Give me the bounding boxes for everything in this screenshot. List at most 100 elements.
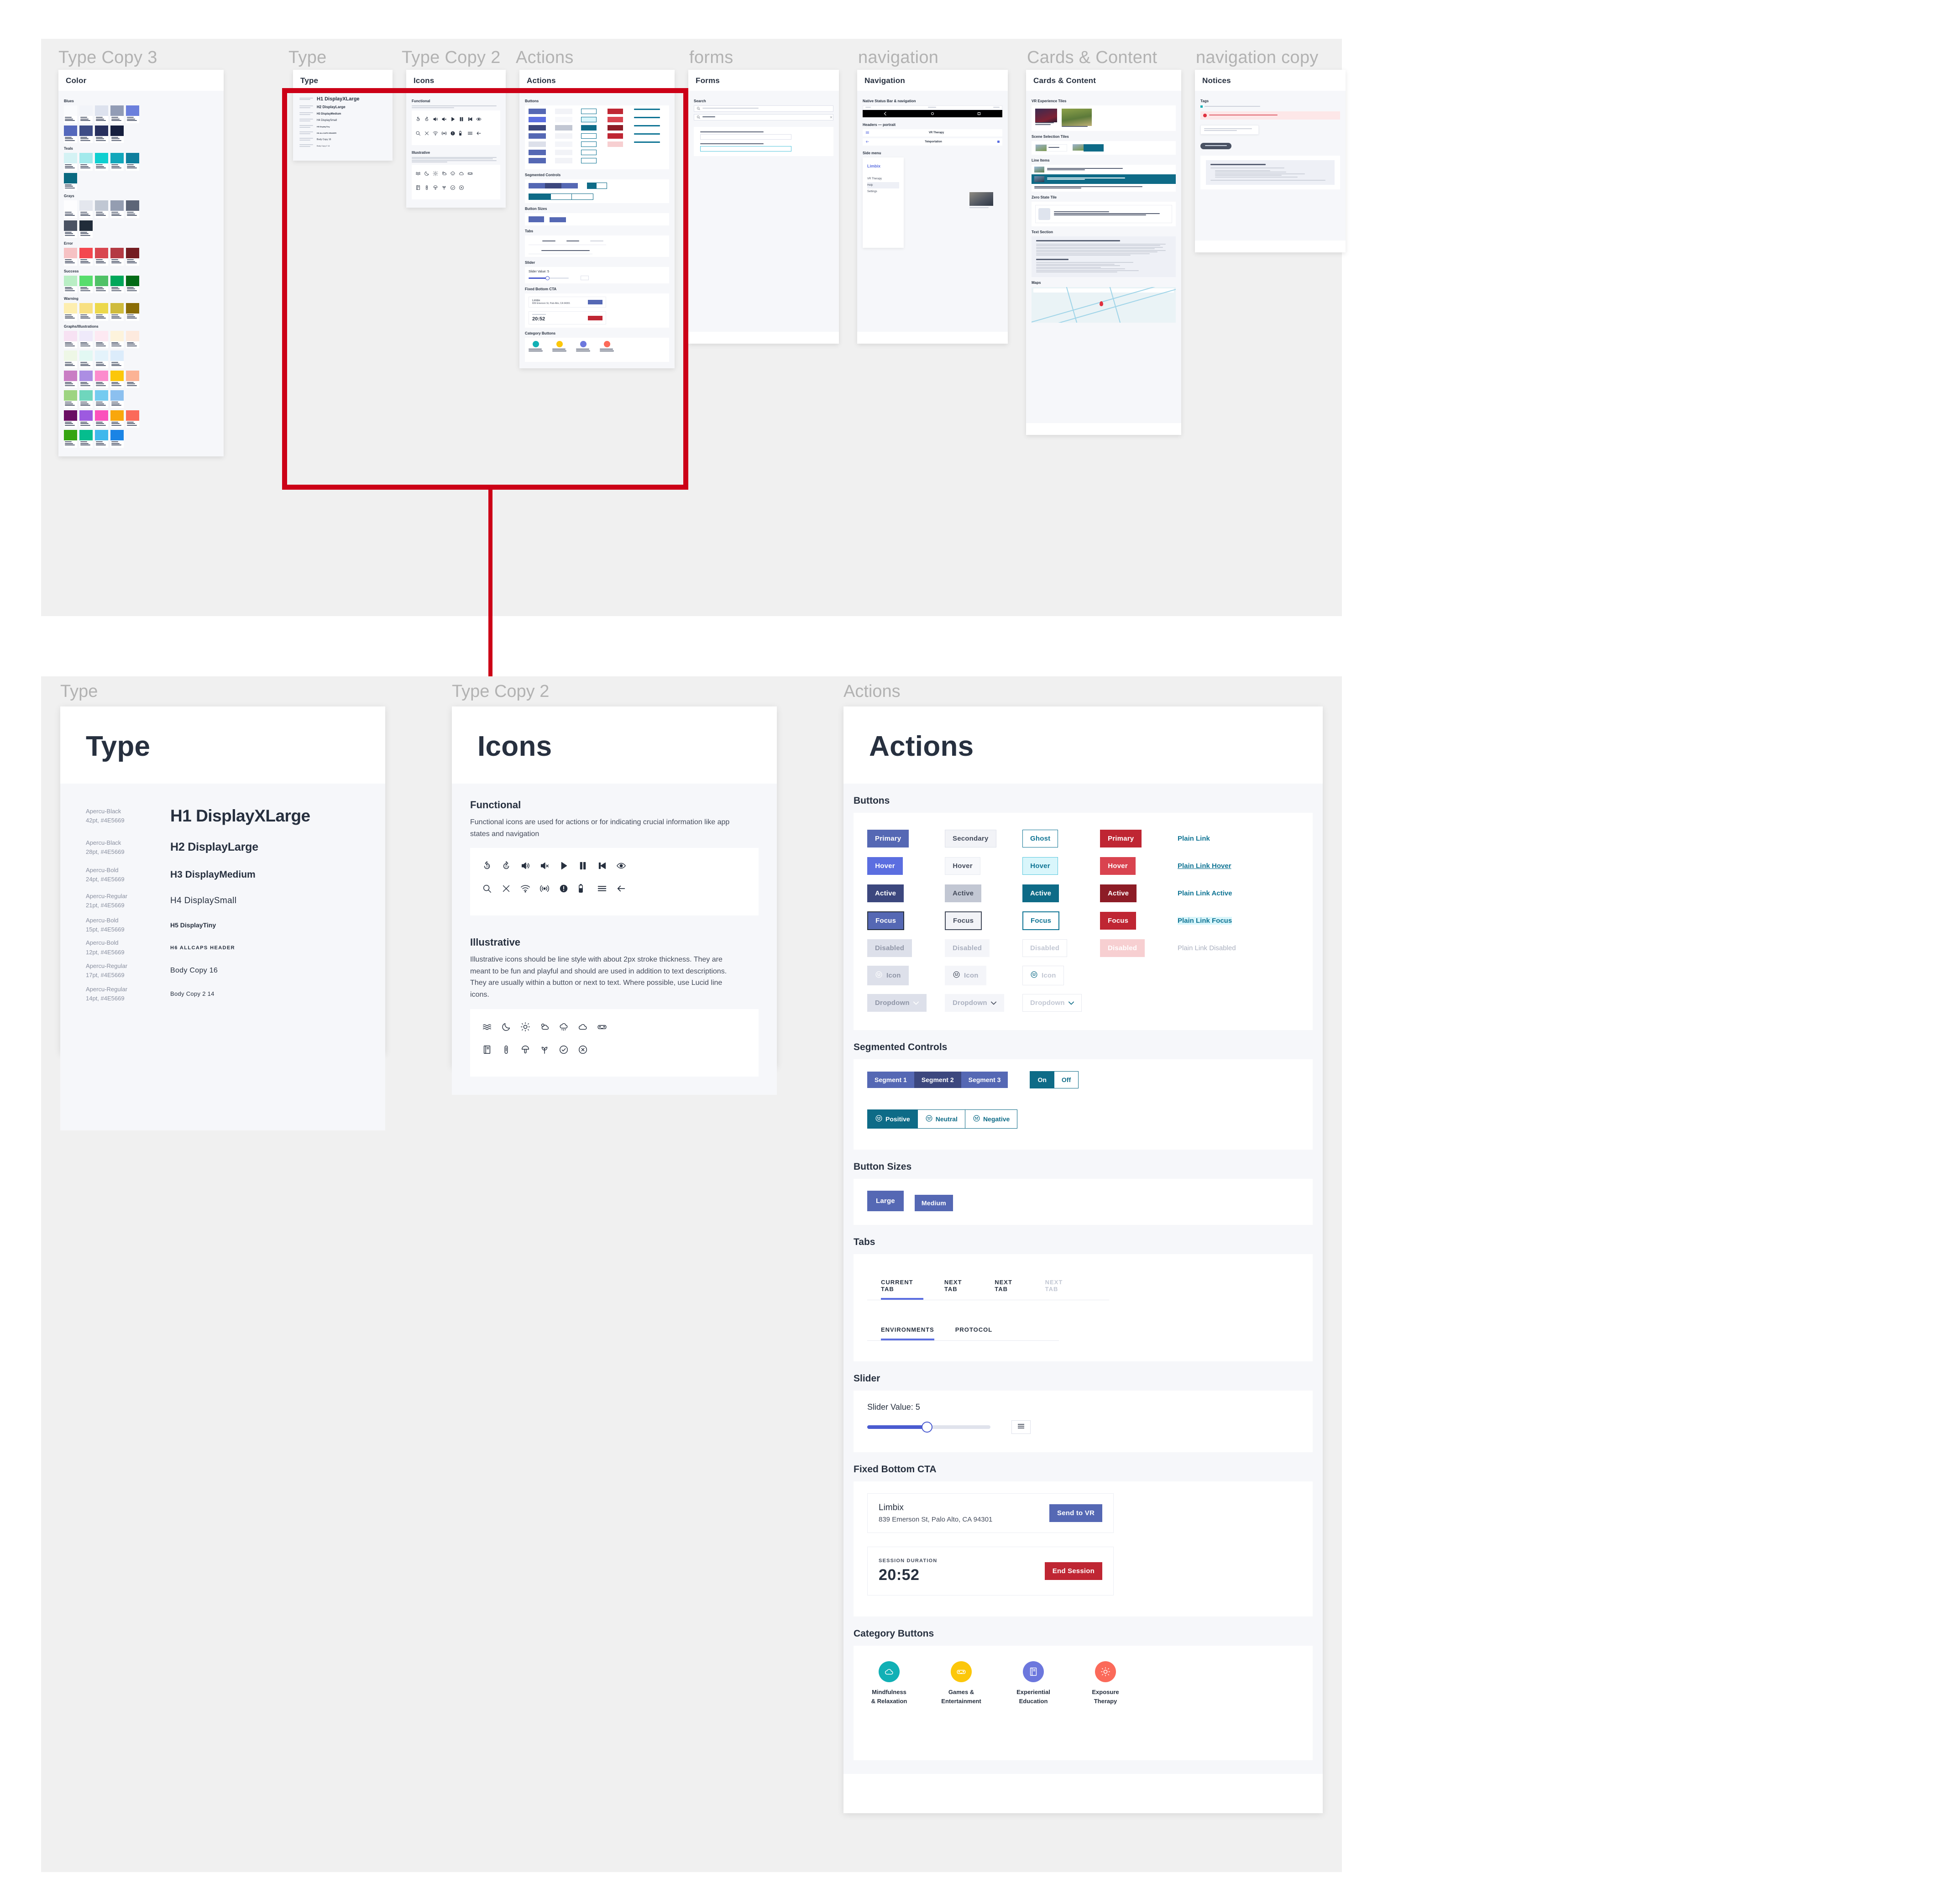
rewind-10-icon[interactable]: 10: [424, 116, 429, 123]
toggle-on[interactable]: On: [1030, 1072, 1054, 1088]
search-icon[interactable]: [415, 131, 420, 137]
close-icon[interactable]: [424, 131, 429, 137]
alert-icon[interactable]: [559, 881, 578, 896]
mini-card-navigation[interactable]: Navigation Native Status Bar & navigatio…: [857, 70, 1008, 344]
color-swatch[interactable]: [95, 248, 108, 266]
color-swatch[interactable]: [95, 350, 108, 368]
color-swatch[interactable]: [64, 350, 77, 368]
broadcast-icon[interactable]: [441, 131, 447, 137]
cloud-sun-icon[interactable]: [540, 1019, 559, 1035]
color-swatch[interactable]: [64, 275, 77, 293]
arrow-back-icon[interactable]: [865, 140, 869, 145]
slider-track[interactable]: [867, 1422, 990, 1433]
detail-frame-label-actions[interactable]: Actions: [843, 682, 901, 701]
mini-card-color[interactable]: Color Blues Teals Grays Error Success Warning…: [58, 70, 224, 456]
color-swatch[interactable]: [126, 370, 139, 388]
volume-mute-icon[interactable]: [441, 116, 446, 123]
play-icon[interactable]: [559, 858, 578, 874]
button-size-medium[interactable]: Medium: [914, 1195, 953, 1211]
color-swatch[interactable]: [126, 153, 139, 171]
cloud-sun-icon[interactable]: [441, 171, 446, 178]
color-swatch[interactable]: [64, 153, 77, 171]
plain-link-0[interactable]: Plain Link: [1178, 835, 1210, 842]
play-icon[interactable]: [450, 116, 455, 123]
slider-menu-button[interactable]: [1011, 1420, 1031, 1434]
color-swatch[interactable]: [79, 390, 93, 408]
secondary-button-hover[interactable]: Hover: [945, 857, 980, 875]
color-swatch[interactable]: [95, 330, 108, 348]
segmented-control-sentiment[interactable]: Positive Neutral Negative: [867, 1109, 1018, 1129]
visibility-icon[interactable]: [476, 116, 482, 123]
color-swatch[interactable]: [64, 200, 77, 218]
color-swatch[interactable]: [110, 153, 124, 171]
segmented-control-toggle[interactable]: On Off: [1030, 1071, 1079, 1088]
plain-link-1[interactable]: Plain Link Hover: [1178, 862, 1231, 870]
secondary-button-active[interactable]: Active: [945, 884, 982, 902]
pause-icon[interactable]: [459, 116, 463, 123]
frame-label-navigation-copy[interactable]: navigation copy: [1196, 48, 1319, 68]
danger-button-primary[interactable]: Primary: [1100, 829, 1142, 847]
ghost-button-hover[interactable]: Hover: [1022, 857, 1058, 875]
detail-frame-label-type[interactable]: Type: [60, 682, 98, 701]
battery-icon[interactable]: [578, 881, 597, 896]
plant-icon[interactable]: [441, 185, 446, 192]
color-swatch[interactable]: [64, 173, 77, 190]
cloud-icon[interactable]: [578, 1019, 597, 1035]
book-icon[interactable]: [482, 1042, 501, 1057]
skip-previous-icon[interactable]: [597, 858, 616, 874]
thermometer-icon[interactable]: [501, 1042, 520, 1057]
color-swatch[interactable]: [79, 350, 93, 368]
volume-up-icon[interactable]: [520, 858, 540, 874]
color-swatch[interactable]: [79, 303, 93, 321]
close-circle-icon[interactable]: [459, 185, 464, 192]
tag-chip[interactable]: [1200, 105, 1340, 108]
search-input-filled[interactable]: [694, 114, 833, 120]
plain-link-2[interactable]: Plain Link Active: [1178, 889, 1232, 897]
color-swatch[interactable]: [110, 248, 124, 266]
tab-0[interactable]: CURRENT TAB: [881, 1274, 923, 1300]
button-size-large[interactable]: Large: [867, 1191, 904, 1211]
waves-icon[interactable]: [415, 171, 420, 178]
color-swatch[interactable]: [95, 200, 108, 218]
mini-card-actions[interactable]: Actions Buttons Segmented Controls Button …: [519, 70, 675, 368]
secondary-icon-button[interactable]: Icon: [945, 965, 986, 985]
menu-icon[interactable]: [865, 131, 870, 136]
color-swatch[interactable]: [79, 248, 93, 266]
tab-environments[interactable]: ENVIRONMENTS: [881, 1322, 934, 1340]
sentiment-positive[interactable]: Positive: [868, 1110, 918, 1128]
mushroom-icon[interactable]: [520, 1042, 540, 1057]
category-button[interactable]: Exposure Therapy: [1084, 1661, 1127, 1705]
battery-icon[interactable]: [459, 131, 463, 137]
map-thumbnail[interactable]: [1032, 287, 1176, 323]
waves-icon[interactable]: [482, 1019, 501, 1035]
color-swatch[interactable]: [110, 330, 124, 348]
color-swatch[interactable]: [95, 153, 108, 171]
color-swatch[interactable]: [79, 153, 93, 171]
mini-card-type[interactable]: Type H1 DisplayXLarge H2 DisplayLarge H3 D…: [293, 70, 393, 161]
end-session-button[interactable]: End Session: [1044, 1562, 1102, 1580]
color-swatch[interactable]: [79, 410, 93, 428]
mushroom-icon[interactable]: [433, 185, 438, 192]
visibility-icon[interactable]: [616, 858, 635, 874]
tab-2[interactable]: NEXT TAB: [995, 1274, 1024, 1300]
color-swatch[interactable]: [79, 370, 93, 388]
sentiment-neutral[interactable]: Neutral: [917, 1110, 965, 1128]
arrow-back-icon[interactable]: [476, 131, 481, 137]
color-swatch[interactable]: [110, 275, 124, 293]
color-swatch[interactable]: [79, 275, 93, 293]
segment-3[interactable]: Segment 3: [961, 1072, 1008, 1088]
sun-icon[interactable]: [520, 1019, 540, 1035]
frame-label-type-copy-2[interactable]: Type Copy 2: [402, 48, 501, 68]
danger-button-active[interactable]: Active: [1100, 884, 1137, 902]
color-swatch[interactable]: [126, 200, 139, 218]
vr-goggles-icon[interactable]: [467, 171, 473, 178]
menu-item-settings[interactable]: Settings: [867, 188, 899, 195]
color-swatch[interactable]: [79, 220, 93, 238]
color-swatch[interactable]: [110, 200, 124, 218]
menu-item-help[interactable]: Help: [867, 182, 899, 188]
mini-card-forms[interactable]: Forms Search: [688, 70, 839, 344]
color-swatch[interactable]: [126, 105, 139, 123]
color-swatch[interactable]: [95, 275, 108, 293]
menu-item-vr-therapy[interactable]: VR Therapy: [867, 176, 899, 182]
color-swatch[interactable]: [64, 370, 77, 388]
